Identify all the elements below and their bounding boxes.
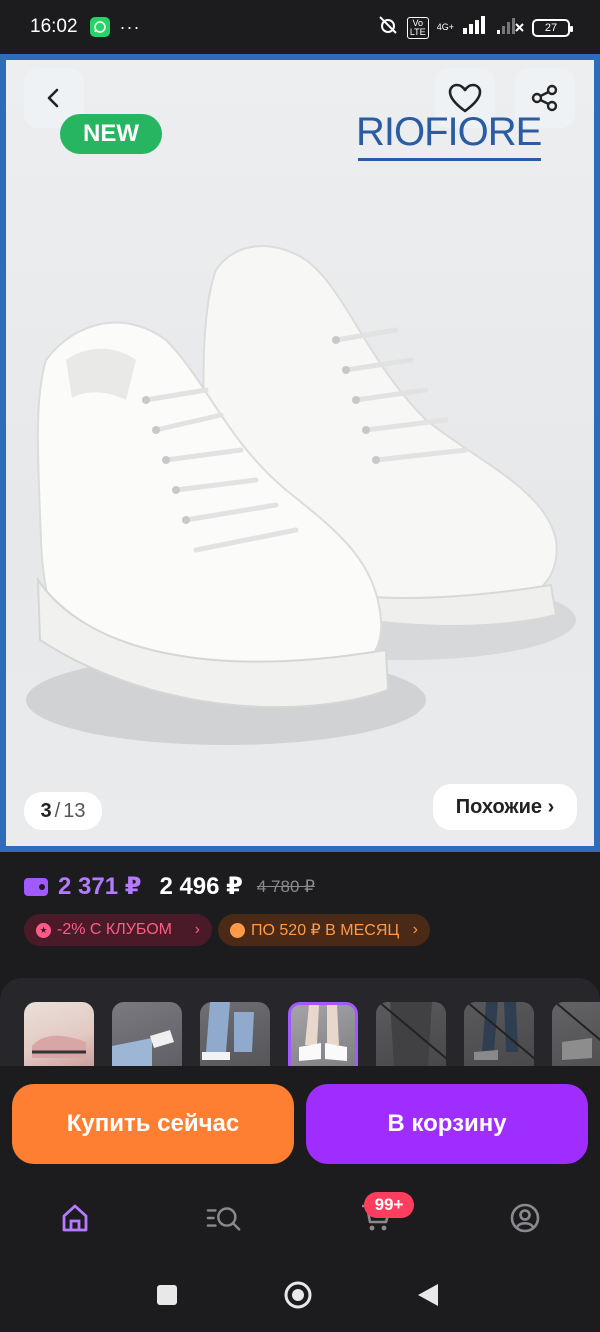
thumbnail-divider <box>377 1002 446 1066</box>
volte-label: Vo LTE <box>406 16 429 39</box>
system-nav-bar <box>0 1262 600 1332</box>
thumbnail-selected[interactable] <box>288 1002 358 1066</box>
cart-count-badge: 99+ <box>364 1192 414 1218</box>
thumbnail[interactable] <box>464 1002 534 1066</box>
thumbnail-image <box>112 1030 174 1066</box>
club-discount-tag[interactable]: ★ -2% С КЛУБОМ › <box>24 914 212 946</box>
thumbnail-image <box>32 1035 86 1058</box>
counter-current: 3 <box>40 799 52 822</box>
thumbnail-divider <box>553 1002 600 1066</box>
thumbnail-image <box>202 1002 254 1060</box>
back-nav-button[interactable] <box>416 1282 440 1313</box>
counter-total: 13 <box>63 799 86 822</box>
wallet-icon <box>24 877 48 896</box>
battery-indicator: 27 <box>532 18 573 37</box>
sneakers-illustration <box>26 245 576 745</box>
thumbnail[interactable] <box>200 1002 270 1066</box>
new-badge: NEW <box>60 114 162 154</box>
installment-pie-icon <box>230 922 245 938</box>
club-price: 2 371 ₽ <box>58 873 142 900</box>
brand-logo: RIOFIORE <box>356 110 542 154</box>
thumbnail[interactable] <box>112 1002 182 1066</box>
chevron-right-icon: › <box>194 921 200 938</box>
thumbnail-strip[interactable] <box>24 1002 600 1066</box>
profile-icon <box>510 1203 540 1233</box>
tab-catalog[interactable] <box>206 1200 242 1236</box>
current-price: 2 496 ₽ <box>159 873 243 900</box>
share-icon <box>531 84 558 112</box>
square-icon <box>157 1285 177 1305</box>
product-image[interactable]: NEW RIOFIORE 3 / 13 Похожие › <box>6 60 594 846</box>
buy-now-button[interactable]: Купить сейчас <box>12 1084 294 1164</box>
tab-profile[interactable] <box>507 1200 543 1236</box>
whatsapp-icon <box>89 17 110 37</box>
chevron-left-icon <box>47 88 59 108</box>
status-more-dots: ··· <box>119 16 141 37</box>
thumbnail-image <box>474 1002 518 1060</box>
status-time: 16:02 <box>30 16 78 37</box>
thumbnail-divider <box>465 1002 534 1066</box>
catalog-search-icon <box>206 1207 241 1231</box>
circle-icon <box>284 1281 312 1309</box>
price-row: 2 371 ₽ 2 496 ₽ 4 780 ₽ <box>24 872 315 901</box>
bottom-tab-bar <box>0 1186 600 1250</box>
installment-label: ПО 520 ₽ В МЕСЯЦ <box>251 922 400 939</box>
similar-button[interactable]: Похожие › <box>433 784 577 830</box>
installment-tag[interactable]: ПО 520 ₽ В МЕСЯЦ › <box>218 914 430 946</box>
tab-home[interactable] <box>57 1200 93 1236</box>
thumbnail-image <box>390 1002 432 1066</box>
image-counter: 3 / 13 <box>24 792 102 830</box>
thumbnail-image <box>299 1005 347 1061</box>
chevron-right-icon: › <box>412 921 418 938</box>
network-label: 4G+ <box>436 22 454 32</box>
status-icons: Vo LTE 4G+ 27 <box>377 14 573 41</box>
recents-button[interactable] <box>156 1284 178 1311</box>
signal-2-icon <box>496 16 524 39</box>
home-icon <box>62 1204 88 1232</box>
old-price: 4 780 ₽ <box>256 876 315 896</box>
counter-separator: / <box>54 799 61 822</box>
thumbnail[interactable] <box>552 1002 600 1066</box>
add-to-cart-button[interactable]: В корзину <box>306 1084 588 1164</box>
heart-icon <box>448 83 482 113</box>
thumbnail[interactable] <box>24 1002 94 1066</box>
brand-underline <box>358 158 541 161</box>
alarm-off-icon <box>377 14 399 41</box>
signal-icon <box>462 16 488 39</box>
product-image-frame: NEW RIOFIORE 3 / 13 Похожие › <box>0 54 600 852</box>
status-bar: 16:02 ··· Vo LTE 4G+ 27 <box>0 0 600 54</box>
club-discount-label: -2% С КЛУБОМ <box>57 921 172 938</box>
thumbnail[interactable] <box>376 1002 446 1066</box>
triangle-back-icon <box>418 1284 438 1306</box>
home-nav-button[interactable] <box>283 1280 313 1315</box>
club-star-icon: ★ <box>36 922 51 938</box>
